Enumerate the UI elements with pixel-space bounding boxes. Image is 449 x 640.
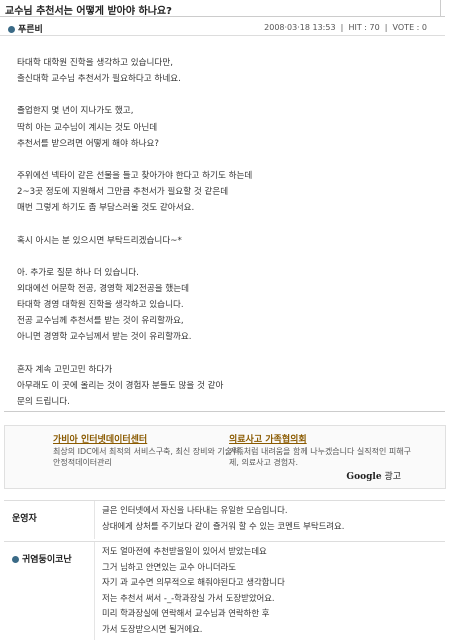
comment: 운영자 글은 인터넷에서 자신을 나타내는 유일한 모습입니다. 상대에게 상처… [4,500,445,539]
ad-title[interactable]: 의료사고 가족협의회 [229,432,419,445]
comment-line: 자기 과 교수면 의무적으로 해줘야된다고 생각합니다 [102,577,285,587]
comment-line: 미리 학과장실에 연락해서 교수님과 연락하한 후 [102,608,270,618]
post-body-line: 2~3곳 정도에 지원해서 그만큼 추천서가 필요할 것 같은데 [17,187,229,198]
post-body-line: 아. 추가로 질문 하나 더 있습니다. [17,267,139,278]
post-date: 2008·03·18 13:53 [264,23,336,32]
google-ads-label[interactable]: Google 광고 [346,469,401,482]
post-body-line: 매번 그렇게 하기도 좀 부담스러울 것도 같아서요. [17,203,195,214]
post-body-line: 딱히 아는 교수님이 계시는 것도 아닌데 [17,122,158,133]
title-bar-corner [430,0,441,16]
post-body-line: 추천서를 받으려면 어떻게 해야 하나요? [17,138,159,149]
ad-description: 최상의 IDC에서 최적의 서비스구축, 최신 장비와 기술력, 안정적데이터관… [53,447,243,467]
comment-line: 글은 인터넷에서 자신을 나타내는 유일한 모습입니다. [102,505,288,515]
author-bullet-icon [8,26,15,33]
post-body-line: 외대에선 어문학 전공, 경영학 제2전공을 했는데 [17,283,190,294]
post-body: 타대학 대학원 진학을 생각하고 있습니다만, 출신대학 교수님 추천서가 필요하… [17,55,427,410]
post-info: 2008·03·18 13:53 | HIT : 70 | VOTE : 0 [264,23,427,32]
author-bullet-icon [12,556,19,563]
post-title-bar: 교수님 추천서는 어떻게 받아야 하나요? [0,0,445,17]
post-body-line: 혼자 계속 고민고민 하다가 [17,364,113,375]
post-body-line: 혹시 아시는 분 있으시면 부탁드리겠습니다~* [17,235,182,246]
comment-line: 가서 도장받으시면 될거에요. [102,623,203,634]
ad-item[interactable]: 의료사고 가족협의회 가족처럼 내려움을 함께 나누겠습니다 실직적인 피해구제… [229,432,419,468]
meta-sep: | [382,23,390,32]
comment-divider [94,542,95,640]
meta-sep: | [338,23,346,32]
post-body-line: 전공 교수님께 추천서를 받는 것이 유리할까요, [17,316,184,327]
google-ad-suffix: 광고 [384,472,401,482]
comment-author[interactable]: 귀염둥이코난 [12,552,72,565]
comment-line: 저도 얼마전에 추천받을일이 있어서 받았는데요 [102,546,267,556]
comment-text: 글은 인터넷에서 자신을 나타내는 유일한 모습입니다. 상대에게 상처를 주기… [102,503,344,534]
ad-title[interactable]: 가비아 인터넷데이터센터 [53,432,243,445]
post-title: 교수님 추천서는 어떻게 받아야 하나요? [5,6,172,17]
post-body-line: 아니면 경영학 교수님께서 받는 것이 유리할까요. [17,332,192,343]
post-meta-row: 푸른비 2008·03·18 13:53 | HIT : 70 | VOTE :… [0,20,445,36]
ad-box: 가비아 인터넷데이터센터 최상의 IDC에서 최적의 서비스구축, 최신 장비와… [4,425,446,489]
post-author-name: 푸른비 [18,25,43,35]
post-vote: VOTE : 0 [392,23,427,32]
post-author[interactable]: 푸른비 [8,22,43,35]
comment-author-name: 귀염둥이코난 [22,555,72,565]
comment-author[interactable]: 운영자 [12,511,37,524]
post-body-line: 아무래도 이 곳에 올리는 것이 경험자 분들도 많을 것 같아 [17,380,224,391]
post-hit: HIT : 70 [348,23,380,32]
comment-divider [94,501,95,539]
post-body-line: 졸업한지 몇 년이 지나가도 했고, [17,106,134,117]
body-divider [4,411,445,412]
ad-item[interactable]: 가비아 인터넷데이터센터 최상의 IDC에서 최적의 서비스구축, 최신 장비와… [53,432,243,468]
comment-line: 저는 추천서 써서 -_-학과장실 가서 도장받았어요. [102,592,275,603]
post-body-line: 문의 드립니다. [17,397,70,407]
google-logo: Google [346,472,382,482]
comment-line: 상대에게 상처를 주기보다 같이 즐거워 할 수 있는 코멘트 부탁드려요. [102,520,345,531]
post-body-line: 타대학 경영 대학원 진학을 생각하고 있습니다. [17,300,184,311]
comment: 귀염둥이코난 저도 얼마전에 추천받을일이 있어서 받았는데요 그거 님하고 안… [4,541,445,640]
ad-description: 가족처럼 내려움을 함께 나누겠습니다 실직적인 피해구제, 의료사고 경험자. [229,447,411,467]
post-body-line: 주위에선 넥타이 같은 선물을 들고 찾아가야 한다고 하기도 하는데 [17,170,253,181]
comment-text: 저도 얼마전에 추천받을일이 있어서 받았는데요 그거 님하고 안면있는 교수 … [102,544,285,637]
comment-line: 그거 님하고 안면있는 교수 아니더라도 [102,561,236,572]
post-body-line: 타대학 대학원 진학을 생각하고 있습니다만, [17,58,173,68]
post-body-line: 출신대학 교수님 추천서가 필요하다고 하네요. [17,74,181,85]
